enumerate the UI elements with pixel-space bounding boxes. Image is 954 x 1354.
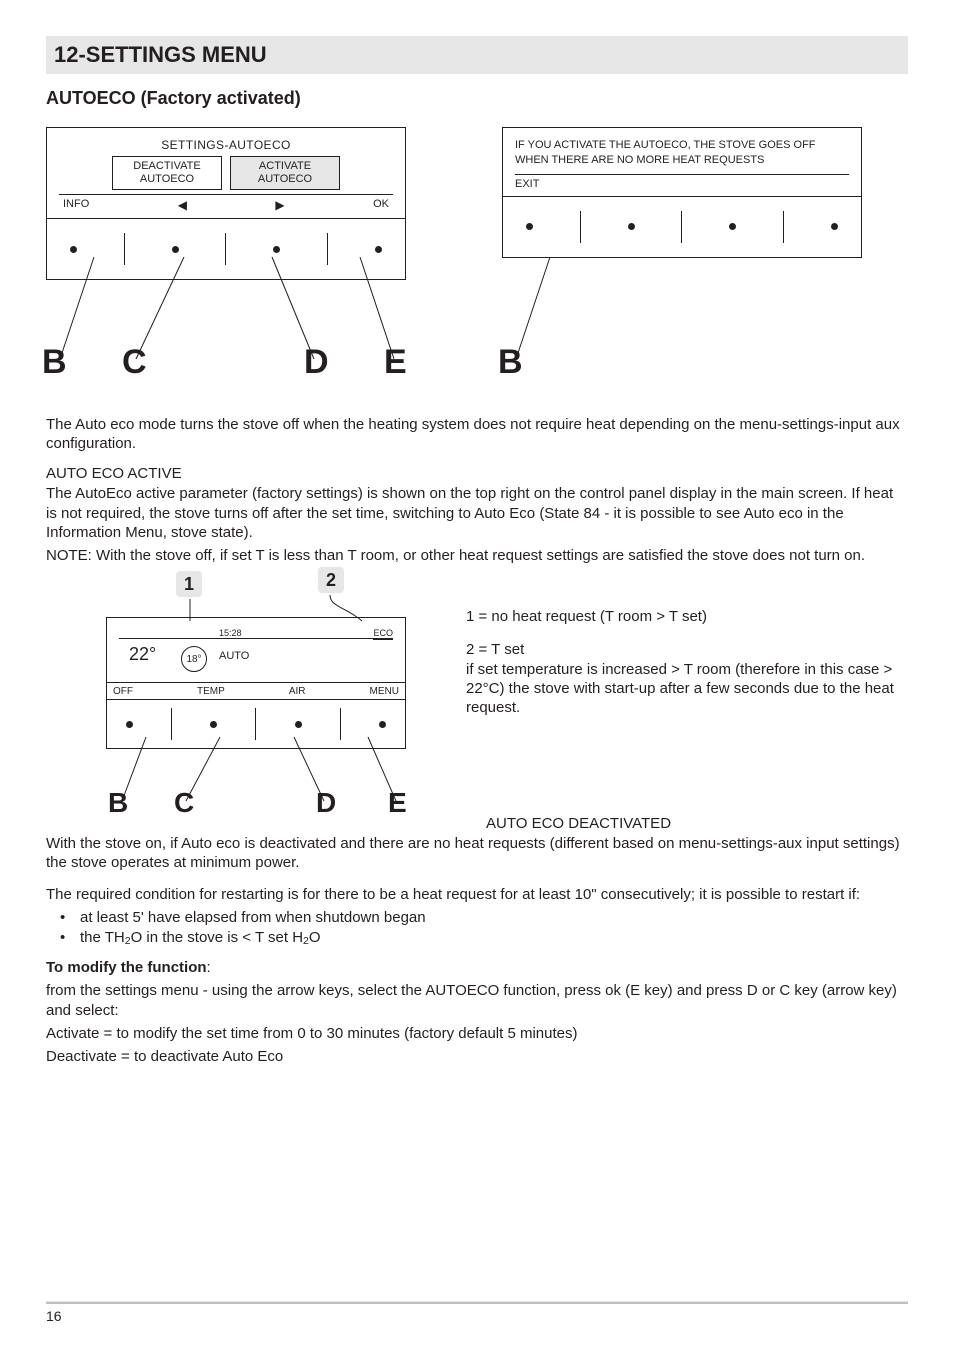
modify-line-2: Activate = to modify the set time from 0… [46, 1024, 908, 1043]
paragraph-deactivated: With the stove on, if Auto eco is deacti… [46, 834, 908, 872]
callout-letter-e: E [388, 787, 407, 819]
panel3-menu-label: MENU [370, 686, 399, 697]
callout-letter-e: E [384, 343, 407, 382]
mode-auto: AUTO [219, 650, 249, 662]
arrow-right-icon: ▶ [275, 198, 284, 212]
divider [225, 233, 226, 265]
hw-button-c[interactable] [172, 246, 179, 253]
legend-2-head: 2 = T set [466, 640, 908, 659]
hw-button-b[interactable] [526, 223, 533, 230]
modify-function-heading: To modify the function [46, 959, 207, 976]
panel1-screen-title: SETTINGS-AUTOECO [59, 138, 393, 152]
bullet-1: at least 5' have elapsed from when shutd… [46, 908, 908, 928]
callout-letter-c: C [122, 343, 147, 382]
paragraph-intro: The Auto eco mode turns the stove off wh… [46, 415, 908, 453]
section-header: 12-SETTINGS MENU [46, 36, 908, 74]
callout-letter-d: D [304, 343, 329, 382]
paragraph-note: NOTE: With the stove off, if set T is le… [46, 546, 908, 565]
deactivate-autoeco-option[interactable]: DEACTIVATE AUTOECO [112, 156, 222, 190]
callout-letter-b: B [108, 787, 128, 819]
paragraph-restart-condition: The required condition for restarting is… [46, 885, 908, 904]
panel2-message: IF YOU ACTIVATE THE AUTOECO, THE STOVE G… [515, 138, 849, 168]
divider [119, 638, 393, 639]
divider [681, 211, 682, 243]
callout-2: 2 [318, 567, 344, 593]
paragraph-active: The AutoEco active parameter (factory se… [46, 484, 908, 542]
divider [340, 708, 341, 740]
room-temperature: 22° [129, 644, 156, 665]
footer-rule [46, 1301, 908, 1304]
callout-letter-d: D [316, 787, 336, 819]
legend-2-body: if set temperature is increased > T room… [466, 660, 908, 718]
bullet-list: at least 5' have elapsed from when shutd… [46, 908, 908, 949]
hw-button-c[interactable] [210, 721, 217, 728]
divider [255, 708, 256, 740]
callout-1: 1 [176, 571, 202, 597]
panel1-ok-label: OK [373, 198, 389, 212]
panel1-info-label: INFO [63, 198, 89, 212]
bullet-2: the TH2O in the stove is < T set H2O [46, 928, 908, 948]
callout-letter-b: B [498, 343, 523, 382]
page-footer: 16 [46, 1301, 908, 1324]
legend-1: 1 = no heat request (T room > T set) [466, 607, 908, 626]
hw-button-e[interactable] [831, 223, 838, 230]
arrow-left-icon: ◀ [178, 198, 187, 212]
hw-button-c[interactable] [628, 223, 635, 230]
hw-button-d[interactable] [295, 721, 302, 728]
modify-function-block: To modify the function: [46, 958, 908, 977]
set-temperature: 18° [181, 646, 207, 672]
divider [580, 211, 581, 243]
panel3-air-label: AIR [289, 686, 306, 697]
modify-line-3: Deactivate = to deactivate Auto Eco [46, 1047, 908, 1066]
hw-button-d[interactable] [273, 246, 280, 253]
callout-letter-b: B [42, 343, 67, 382]
panel3-temp-label: TEMP [197, 686, 225, 697]
section-title: 12-SETTINGS MENU [54, 42, 900, 68]
page-number: 16 [46, 1308, 908, 1324]
panel2-exit-label: EXIT [515, 178, 539, 190]
hw-button-d[interactable] [729, 223, 736, 230]
hw-button-b[interactable] [126, 721, 133, 728]
settings-autoeco-panel: SETTINGS-AUTOECO DEACTIVATE AUTOECO ACTI… [46, 127, 406, 280]
divider [124, 233, 125, 265]
auto-eco-active-heading: AUTO ECO ACTIVE [46, 465, 908, 482]
activate-autoeco-option[interactable]: ACTIVATE AUTOECO [230, 156, 340, 190]
hw-button-e[interactable] [375, 246, 382, 253]
time-display: 15:28 [219, 628, 242, 638]
subsection-title: AUTOECO (Factory activated) [46, 88, 908, 109]
divider [327, 233, 328, 265]
autoeco-info-panel: IF YOU ACTIVATE THE AUTOECO, THE STOVE G… [502, 127, 862, 258]
panel3-off-label: OFF [113, 686, 133, 697]
eco-indicator: ECO [373, 628, 393, 640]
divider [783, 211, 784, 243]
divider [171, 708, 172, 740]
auto-eco-deactivated-heading: AUTO ECO DEACTIVATED [486, 815, 908, 832]
main-screen-panel: 15:28 ECO 22° 18° AUTO OFF TEMP AIR MENU [106, 617, 406, 749]
hw-button-b[interactable] [70, 246, 77, 253]
hw-button-e[interactable] [379, 721, 386, 728]
modify-line-1: from the settings menu - using the arrow… [46, 981, 908, 1019]
callout-letter-c: C [174, 787, 194, 819]
